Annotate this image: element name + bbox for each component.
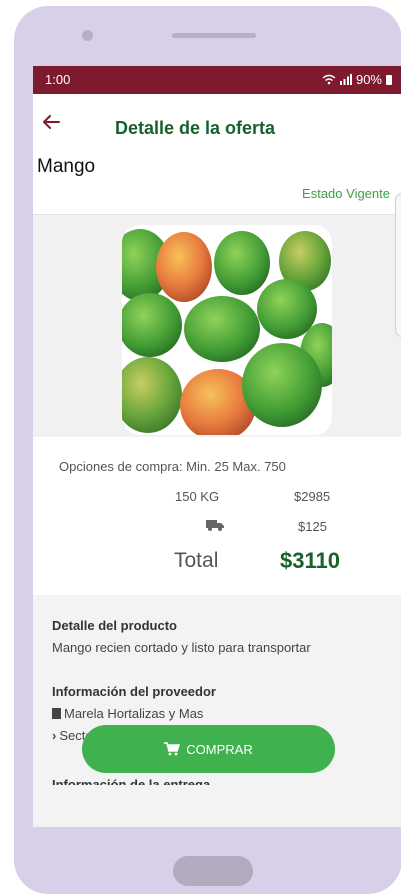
provider-name-row: Marela Hortalizas y Mas	[52, 706, 203, 721]
status-time: 1:00	[45, 72, 71, 87]
battery-percent: 90%	[355, 72, 382, 87]
camera-dot	[82, 30, 93, 41]
page-title: Detalle de la oferta	[115, 118, 276, 138]
provider-name: Marela Hortalizas y Mas	[64, 706, 204, 721]
details-section: Detalle del producto Mango recien cortad…	[33, 596, 401, 827]
arrow-left-icon[interactable]	[39, 110, 63, 134]
building-icon	[52, 708, 61, 719]
speaker-grille	[172, 33, 256, 38]
status-icons: 90%	[322, 72, 392, 87]
home-button[interactable]	[173, 856, 253, 886]
truck-icon	[206, 520, 224, 531]
chevron-right-icon: ›	[52, 728, 57, 743]
buy-button-label: COMPRAR	[186, 741, 253, 757]
product-name: Mango	[37, 156, 96, 177]
quantity: 150 KG	[175, 489, 220, 504]
total-label: Total	[174, 549, 219, 572]
product-detail-heading: Detalle del producto	[52, 618, 177, 633]
scroll-handle[interactable]	[395, 193, 401, 337]
product-image	[122, 225, 332, 435]
status-badge: Estado Vigente	[302, 186, 390, 201]
buy-button[interactable]: COMPRAR	[82, 725, 335, 773]
provider-heading: Información del proveedor	[52, 684, 216, 699]
total-value: $3110	[280, 548, 340, 573]
purchase-card: Opciones de compra: Min. 25 Max. 750 150…	[33, 437, 401, 595]
wifi-icon	[322, 74, 336, 85]
purchase-options: Opciones de compra: Min. 25 Max. 750	[59, 459, 286, 474]
delivery-heading: Información de la entrega	[52, 777, 211, 785]
signal-icon	[339, 74, 352, 85]
status-bar: 1:00 90%	[33, 66, 401, 94]
cart-icon	[164, 742, 181, 756]
quantity-price: $2985	[294, 489, 331, 504]
battery-icon	[386, 74, 392, 85]
mango-photo	[122, 225, 332, 435]
product-description: Mango recien cortado y listo para transp…	[52, 640, 311, 655]
phone-frame: 1:00 90% Detalle de la oferta Mango Esta…	[14, 6, 401, 894]
app-screen: 1:00 90% Detalle de la oferta Mango Esta…	[33, 66, 401, 827]
shipping-price: $125	[298, 519, 327, 534]
product-image-area	[33, 193, 401, 436]
